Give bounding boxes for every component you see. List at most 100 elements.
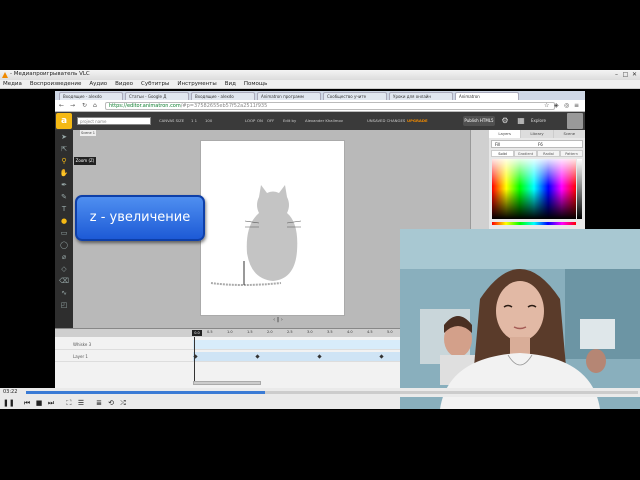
pen-tool-icon[interactable]: ✒ — [59, 180, 69, 190]
browser-tab-active[interactable]: Animatron — [455, 92, 519, 100]
settings-gear-icon[interactable]: ⚙ — [500, 116, 510, 126]
reload-icon[interactable]: ↻ — [82, 102, 87, 109]
fill-mode-radial[interactable]: Radial — [537, 150, 560, 157]
loop-on[interactable]: ON — [257, 118, 263, 123]
window-title: - Медиапроигрыватель VLC — [10, 71, 90, 77]
layer-name[interactable]: Layer 1 — [73, 354, 88, 359]
timeline-scrollbar[interactable] — [193, 381, 261, 385]
grayscale-strip[interactable] — [577, 159, 582, 219]
transform-tool-icon[interactable]: ◇ — [59, 264, 69, 274]
address-bar[interactable]: https://editor.animatron.com/#p=37582655… — [105, 102, 555, 110]
menu-help[interactable]: Помощь — [244, 81, 267, 87]
rectangle-tool-icon[interactable]: ▭ — [59, 228, 69, 238]
edit-by-label: Edit by — [283, 118, 297, 123]
ellipse-tool-icon[interactable]: ◯ — [59, 240, 69, 250]
browser-tab[interactable]: Входящие - alexdo — [59, 92, 123, 100]
browser-tab[interactable]: Входящие - alexdo — [191, 92, 255, 100]
home-icon[interactable]: ⌂ — [93, 102, 97, 109]
pencil-tool-icon[interactable]: ✎ — [59, 192, 69, 202]
scene-tab[interactable]: Scene 1 — [80, 130, 96, 136]
hue-slider[interactable] — [492, 222, 576, 225]
playhead-line[interactable] — [194, 337, 195, 381]
playlist-icon[interactable]: ≣ — [94, 398, 104, 408]
loop-off[interactable]: OFF — [267, 118, 274, 123]
stop-button[interactable]: ■ — [34, 398, 44, 408]
vlc-title-bar: - Медиапроигрыватель VLC – □ ✕ — [0, 70, 640, 80]
tab-library[interactable]: Library — [521, 130, 554, 138]
color-palette[interactable] — [492, 159, 576, 219]
canvas-size-value[interactable]: 1 1 — [191, 118, 197, 123]
apps-grid-icon[interactable]: ▦ — [516, 116, 526, 126]
eraser-tool-icon[interactable]: ⌫ — [59, 276, 69, 286]
menu-video[interactable]: Видео — [115, 81, 133, 87]
menu-audio[interactable]: Аудио — [89, 81, 107, 87]
browser-tab[interactable]: Уроки для онлайн — [389, 92, 453, 100]
browser-tab[interactable]: Статьи - Google Д — [125, 92, 189, 100]
cat-illustration[interactable] — [201, 141, 346, 317]
zoom-tool-icon[interactable]: ⚲ — [59, 156, 69, 166]
ruler-tick: 2.5 — [287, 330, 293, 334]
shuffle-icon[interactable]: ⤮ — [118, 398, 128, 408]
playhead-time[interactable]: 0.0 — [192, 330, 202, 336]
extension-icon[interactable]: ◎ — [564, 102, 571, 109]
pause-button[interactable]: ❚❚ — [3, 398, 15, 408]
layer-track[interactable] — [193, 352, 400, 361]
layer-name[interactable]: Whiske 3 — [73, 342, 91, 347]
seek-slider[interactable] — [26, 391, 638, 394]
menu-tools[interactable]: Инструменты — [177, 81, 216, 87]
eyedropper-icon[interactable]: ⌀ — [59, 252, 69, 262]
keyframe-marker[interactable] — [317, 354, 322, 359]
fill-mode-solid[interactable]: Solid — [491, 150, 514, 157]
color-fill-icon[interactable]: ● — [59, 216, 69, 226]
extension-icon[interactable]: ◈ — [554, 102, 561, 109]
camera-tool-icon[interactable]: ◰ — [59, 300, 69, 310]
maximize-icon[interactable]: □ — [622, 71, 629, 78]
select-arrow-icon[interactable]: ➤ — [59, 132, 69, 142]
author-name: Alexander Khalimov — [305, 118, 344, 123]
timeline-layer-row[interactable]: Layer 1 — [55, 351, 400, 362]
ruler-tick: 3.0 — [307, 330, 313, 334]
project-name-input[interactable]: project name — [77, 117, 151, 125]
previous-button[interactable]: ⏮ — [22, 398, 32, 408]
lasso-tool-icon[interactable]: ∿ — [59, 288, 69, 298]
fill-selector[interactable]: Fill F6 — [491, 140, 583, 148]
canvas-playback-controls[interactable]: ‹ ‖ › — [258, 317, 298, 325]
keyframe-marker[interactable] — [379, 354, 384, 359]
bookmark-star-icon[interactable]: ☆ — [544, 102, 551, 109]
tab-scene[interactable]: Scene — [553, 130, 585, 138]
user-name[interactable]: Explore — [531, 118, 546, 123]
ruler-tick: 4.5 — [367, 330, 373, 334]
screen: - Медиапроигрыватель VLC – □ ✕ Медиа Вос… — [0, 0, 640, 480]
minimize-icon[interactable]: – — [613, 71, 620, 78]
chrome-menu-icon[interactable]: ≡ — [574, 102, 581, 109]
menu-playback[interactable]: Воспроизведение — [30, 81, 81, 87]
loop-icon[interactable]: ⟲ — [106, 398, 116, 408]
fullscreen-icon[interactable]: ⛶ — [64, 398, 74, 408]
stage-canvas[interactable] — [200, 140, 345, 316]
upgrade-link[interactable]: UPGRADE — [407, 118, 428, 123]
text-tool-icon[interactable]: T — [59, 204, 69, 214]
menu-view[interactable]: Вид — [225, 81, 236, 87]
back-icon[interactable]: ← — [59, 102, 64, 109]
menu-subtitles[interactable]: Субтитры — [141, 81, 169, 87]
layer-track[interactable] — [193, 340, 400, 349]
timeline-layer-row[interactable]: Whiske 3 — [55, 339, 400, 350]
forward-icon[interactable]: → — [70, 102, 75, 109]
animatron-logo[interactable]: a — [56, 113, 72, 129]
fill-mode-pattern[interactable]: Pattern — [560, 150, 583, 157]
hand-tool-icon[interactable]: ✋ — [59, 168, 69, 178]
zoom-value[interactable]: 100 — [205, 118, 212, 123]
next-button[interactable]: ⏭ — [46, 398, 56, 408]
extended-settings-icon[interactable]: ☰ — [76, 398, 86, 408]
publish-button[interactable]: Publish HTML5 — [463, 116, 495, 126]
subselect-arrow-icon[interactable]: ⇱ — [59, 144, 69, 154]
browser-tab[interactable]: Сообщество учите — [323, 92, 387, 100]
keyframe-marker[interactable] — [255, 354, 260, 359]
tab-layers[interactable]: Layers — [489, 130, 522, 138]
fill-mode-gradient[interactable]: Gradient — [514, 150, 537, 157]
browser-tab[interactable]: Animatron программ — [257, 92, 321, 100]
avatar[interactable] — [567, 113, 583, 129]
menu-media[interactable]: Медиа — [3, 81, 22, 87]
close-icon[interactable]: ✕ — [631, 71, 638, 78]
timeline-ruler[interactable]: 0.5 1.0 1.5 2.0 2.5 3.0 3.5 4.0 4.5 5.0 — [193, 329, 400, 337]
